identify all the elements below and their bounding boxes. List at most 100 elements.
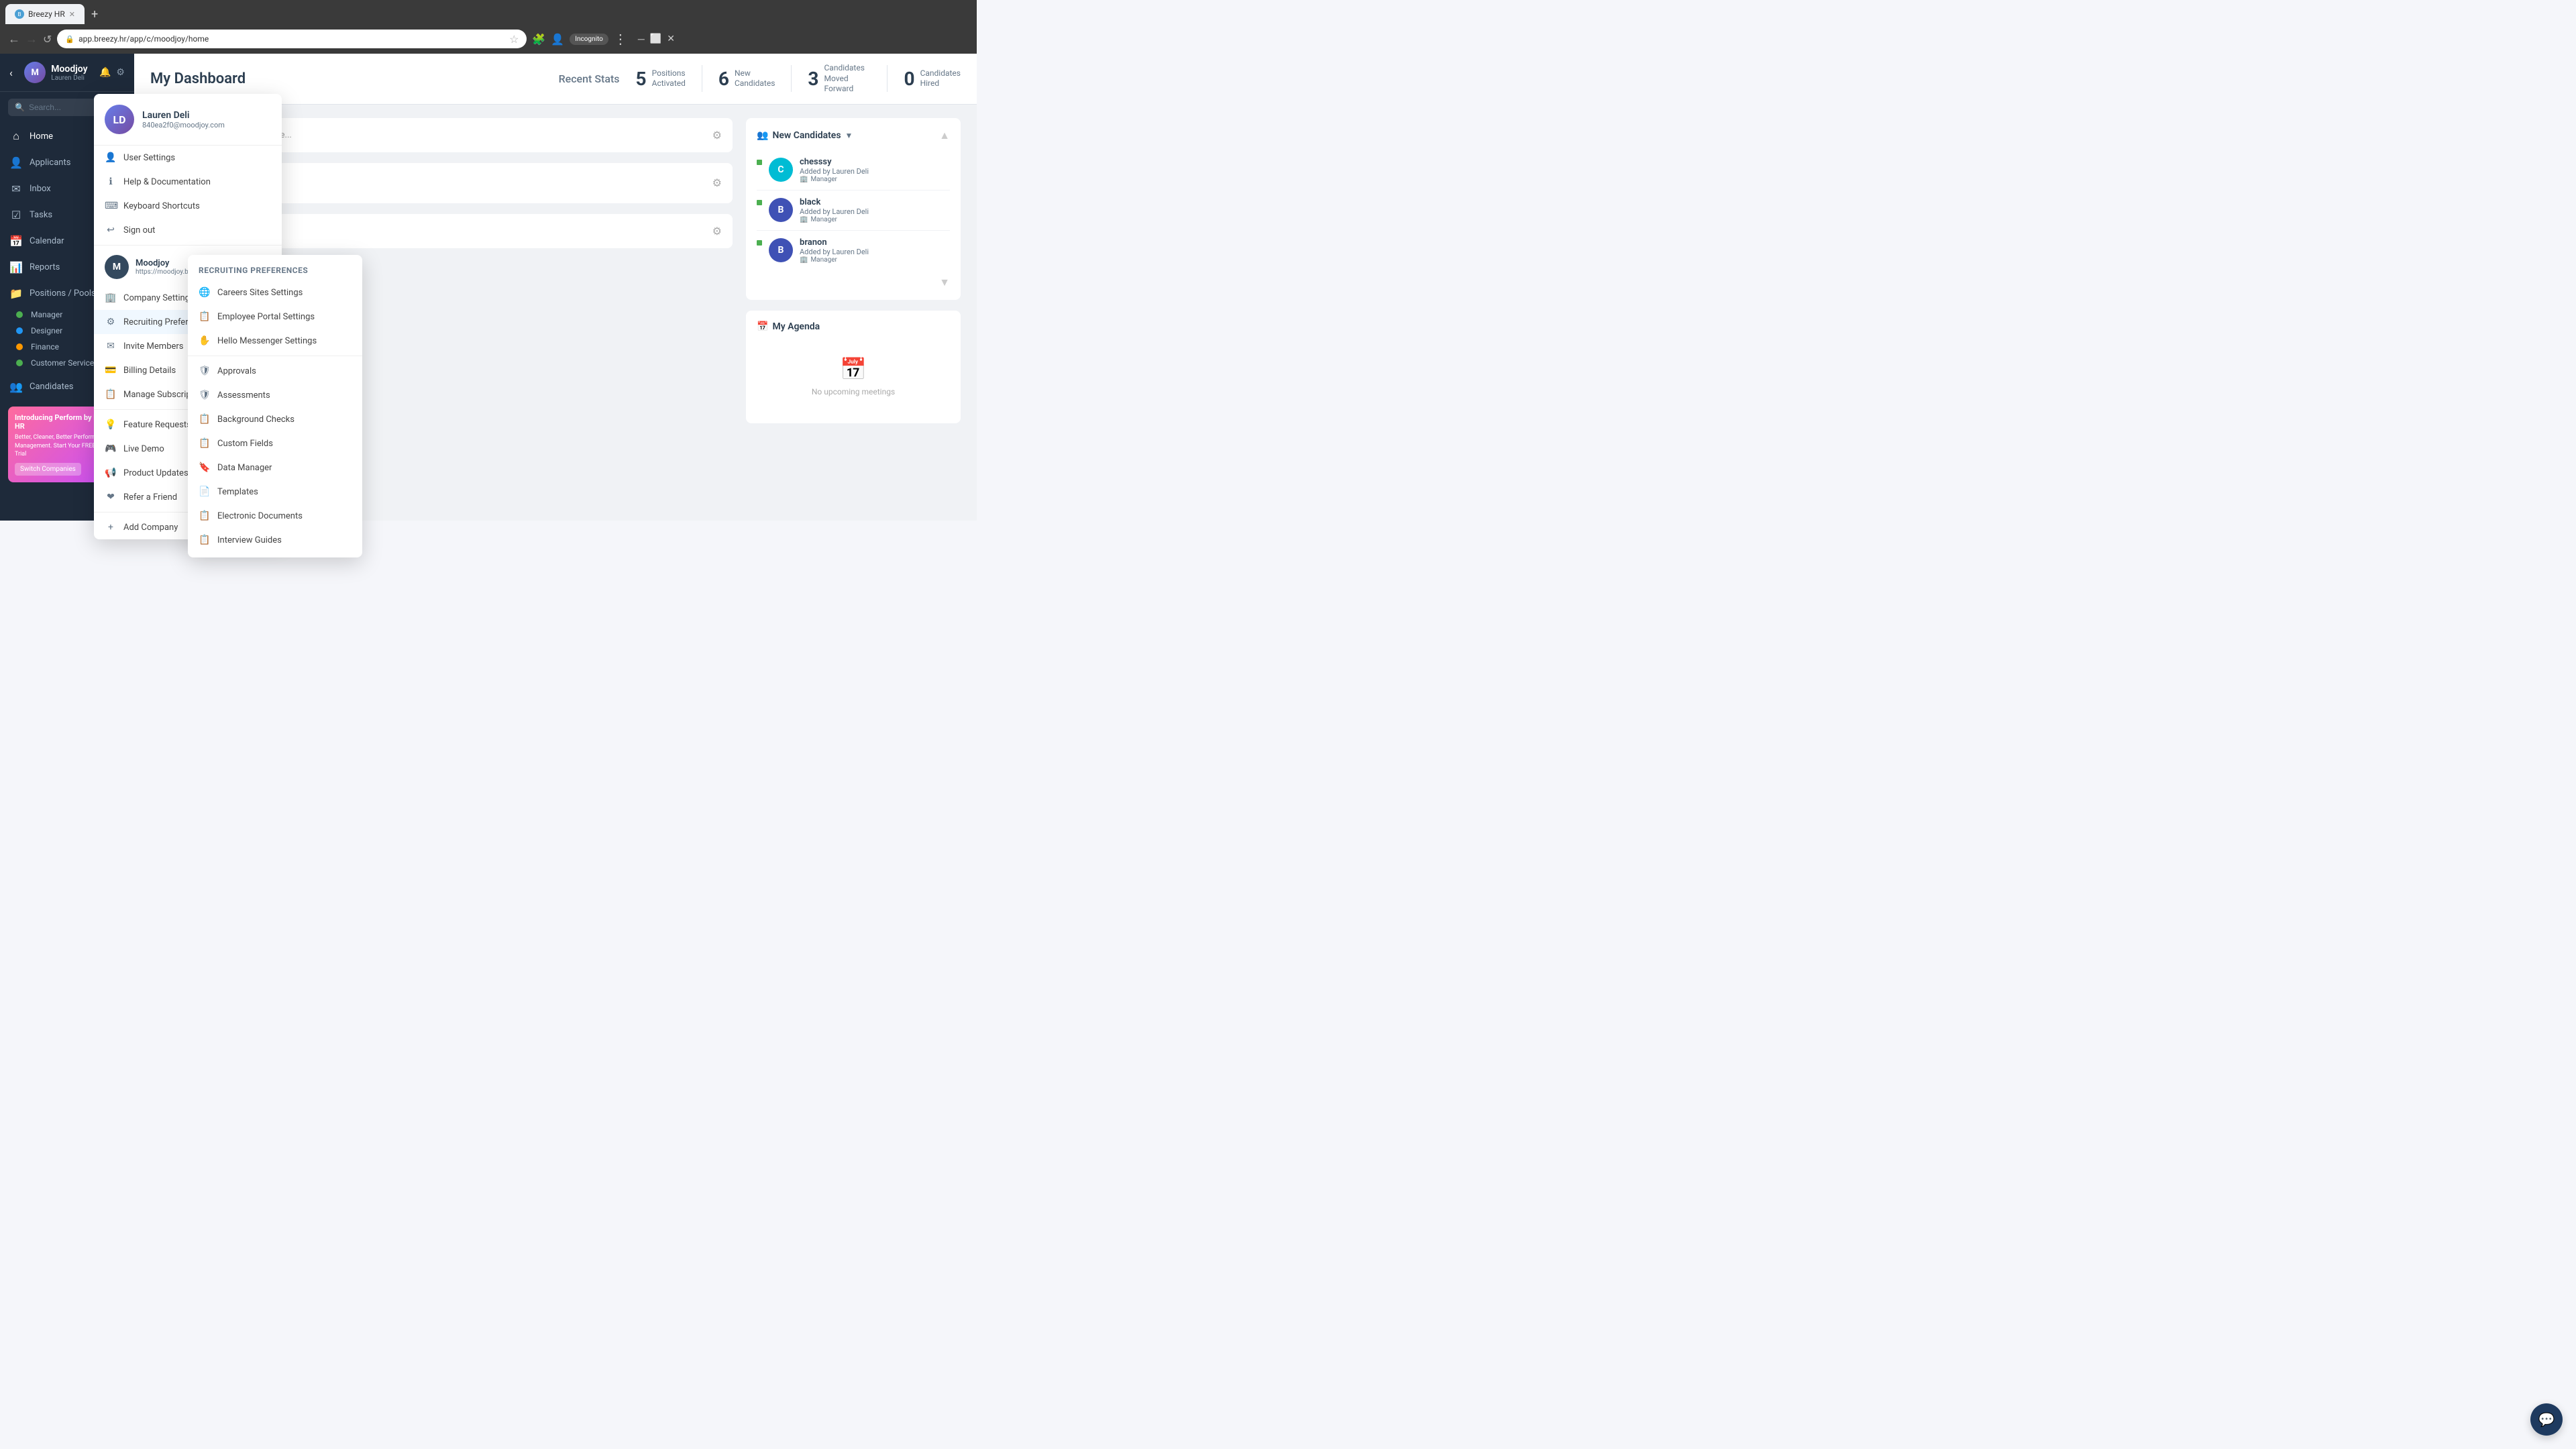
page-title: My Dashboard bbox=[150, 70, 246, 87]
background-checks-icon: 📋 bbox=[199, 414, 211, 425]
candidates-panel: 👥 New Candidates ▼ ▲ C chesssy bbox=[746, 118, 961, 300]
bookmark-icon[interactable]: ☆ bbox=[509, 33, 519, 46]
stat-divider-3 bbox=[887, 65, 888, 92]
tab-close-icon[interactable]: ✕ bbox=[69, 10, 75, 19]
submenu-assessments[interactable]: 🛡 Assessments bbox=[188, 383, 362, 407]
candidate-info-2: branon Added by Lauren Deli 🏢 Manager bbox=[800, 237, 869, 264]
pool-finance-dot bbox=[16, 343, 23, 350]
submenu-templates[interactable]: 📄 Templates bbox=[188, 480, 362, 504]
hello-messenger-icon: ✋ bbox=[199, 335, 211, 346]
nav-calendar-label: Calendar bbox=[30, 236, 64, 246]
pipeline-gear-icon[interactable]: ⚙ bbox=[712, 129, 722, 142]
feature-requests-icon: 💡 bbox=[105, 419, 117, 430]
active-tab[interactable]: B Breezy HR ✕ bbox=[5, 4, 85, 24]
refer-friend-icon: ❤ bbox=[105, 492, 117, 502]
candidate-info-0: chesssy Added by Lauren Deli 🏢 Manager bbox=[800, 157, 869, 183]
candidate-name-0[interactable]: chesssy bbox=[800, 157, 869, 167]
candidates-scroll-up[interactable]: ▲ bbox=[939, 129, 950, 142]
stat-number-3: 0 bbox=[904, 68, 914, 90]
company-settings-label: Company Settings bbox=[123, 293, 195, 303]
nav-home-label: Home bbox=[30, 131, 53, 142]
submenu-data-manager[interactable]: 🔖 Data Manager bbox=[188, 455, 362, 480]
notification-icon[interactable]: 🔔 bbox=[99, 67, 111, 78]
interview-guides-icon: 📋 bbox=[199, 535, 211, 545]
new-tab-button[interactable]: + bbox=[87, 7, 102, 21]
submenu-hello-messenger[interactable]: ✋ Hello Messenger Settings bbox=[188, 329, 362, 353]
brand-user: Lauren Deli bbox=[51, 74, 87, 82]
minimize-button[interactable]: ─ bbox=[638, 34, 645, 45]
nav-reports-label: Reports bbox=[30, 262, 60, 272]
menu-button[interactable]: ⋮ bbox=[614, 31, 627, 47]
no-meetings-label: No upcoming meetings bbox=[773, 387, 934, 396]
home-icon: ⌂ bbox=[9, 129, 23, 143]
company-settings-icon: 🏢 bbox=[105, 292, 117, 303]
pool-designer-dot bbox=[16, 327, 23, 334]
company-avatar: M bbox=[105, 255, 129, 279]
candidates-panel-header: 👥 New Candidates ▼ ▲ bbox=[757, 129, 950, 142]
agenda-panel-header: 📅 My Agenda bbox=[757, 321, 950, 332]
menu-help-docs[interactable]: ℹ Help & Documentation bbox=[94, 170, 282, 194]
sidebar-collapse-icon[interactable]: ‹ bbox=[9, 66, 13, 79]
submenu-approvals[interactable]: 🛡 Approvals bbox=[188, 359, 362, 383]
candidates-icon: 👥 bbox=[9, 380, 23, 393]
candidates-dropdown-icon[interactable]: ▼ bbox=[845, 131, 853, 140]
submenu-employee-portal[interactable]: 📋 Employee Portal Settings bbox=[188, 305, 362, 329]
menu-sign-out[interactable]: ↩ Sign out bbox=[94, 218, 282, 242]
candidate-name-2[interactable]: branon bbox=[800, 237, 869, 248]
candidate-name-1[interactable]: black bbox=[800, 197, 869, 207]
recruiting-submenu: Recruiting Preferences 🌐 Careers Sites S… bbox=[188, 255, 362, 557]
profile-icon[interactable]: 👤 bbox=[551, 33, 564, 46]
reload-button[interactable]: ↺ bbox=[43, 33, 52, 46]
candidate-added-0: Added by Lauren Deli bbox=[800, 167, 869, 176]
user-info: Lauren Deli 840ea2f0@moodjoy.com bbox=[142, 110, 225, 129]
submenu-careers-sites[interactable]: 🌐 Careers Sites Settings bbox=[188, 280, 362, 305]
forward-button[interactable]: → bbox=[25, 32, 38, 46]
browser-tab-bar: B Breezy HR ✕ + bbox=[0, 0, 977, 24]
role-icon-2: 🏢 bbox=[800, 256, 808, 264]
help-docs-label: Help & Documentation bbox=[123, 177, 211, 187]
stats-row: Recent Stats 5 PositionsActivated 6 NewC… bbox=[559, 63, 961, 95]
candidate-role-2: 🏢 Manager bbox=[800, 256, 869, 264]
chat-button[interactable]: 💬 bbox=[2530, 1403, 2563, 1436]
incognito-badge: Incognito bbox=[570, 34, 608, 45]
subscription-icon: 📋 bbox=[105, 389, 117, 400]
extensions-icon[interactable]: 🧩 bbox=[532, 33, 545, 46]
tasks-icon: ☑ bbox=[9, 209, 23, 221]
candidate-avatar-1: B bbox=[769, 198, 793, 222]
secondary-gear-icon[interactable]: ⚙ bbox=[712, 225, 722, 237]
promo-switch-button[interactable]: Switch Companies bbox=[15, 463, 81, 476]
agenda-title: 📅 My Agenda bbox=[757, 321, 820, 332]
candidate-role-1: 🏢 Manager bbox=[800, 216, 869, 223]
address-bar[interactable]: 🔒 app.breezy.hr/app/c/moodjoy/home ☆ bbox=[57, 30, 527, 48]
sidebar-brand[interactable]: M Moodjoy Lauren Deli bbox=[24, 62, 87, 83]
tab-title: Breezy HR bbox=[28, 9, 65, 19]
assessments-icon: 🛡 bbox=[199, 390, 211, 400]
menu-keyboard-shortcuts[interactable]: ⌨ Keyboard Shortcuts bbox=[94, 194, 282, 218]
maximize-button[interactable]: ⬜ bbox=[650, 34, 661, 44]
candidates-scroll-down[interactable]: ▼ bbox=[939, 276, 950, 288]
submenu-custom-fields[interactable]: 📋 Custom Fields bbox=[188, 431, 362, 455]
back-button[interactable]: ← bbox=[8, 32, 20, 46]
stat-label-0: PositionsActivated bbox=[652, 68, 686, 89]
stat-number-1: 6 bbox=[718, 68, 729, 90]
live-demo-icon: 🎮 bbox=[105, 443, 117, 454]
stat-label-2: CandidatesMoved Forward bbox=[824, 63, 871, 95]
background-checks-label: Background Checks bbox=[217, 415, 294, 425]
pool-finance-label: Finance bbox=[31, 342, 59, 352]
candidate-added-2: Added by Lauren Deli bbox=[800, 248, 869, 256]
keyboard-icon: ⌨ bbox=[105, 201, 117, 211]
add-company-label: Add Company bbox=[123, 523, 178, 533]
feature-requests-label: Feature Requests bbox=[123, 420, 191, 430]
activity-gear-icon[interactable]: ⚙ bbox=[712, 176, 722, 189]
submenu-electronic-docs[interactable]: 📋 Electronic Documents bbox=[188, 504, 362, 528]
close-button[interactable]: ✕ bbox=[667, 34, 675, 44]
menu-user-settings[interactable]: 👤 User Settings bbox=[94, 146, 282, 170]
submenu-background-checks[interactable]: 📋 Background Checks bbox=[188, 407, 362, 431]
employee-portal-icon: 📋 bbox=[199, 311, 211, 322]
candidate-info-1: black Added by Lauren Deli 🏢 Manager bbox=[800, 197, 869, 223]
settings-icon[interactable]: ⚙ bbox=[116, 67, 125, 78]
add-company-icon: + bbox=[105, 522, 117, 533]
calendar-icon: 📅 bbox=[9, 235, 23, 248]
approvals-label: Approvals bbox=[217, 366, 256, 376]
submenu-interview-guides[interactable]: 📋 Interview Guides bbox=[188, 528, 362, 552]
